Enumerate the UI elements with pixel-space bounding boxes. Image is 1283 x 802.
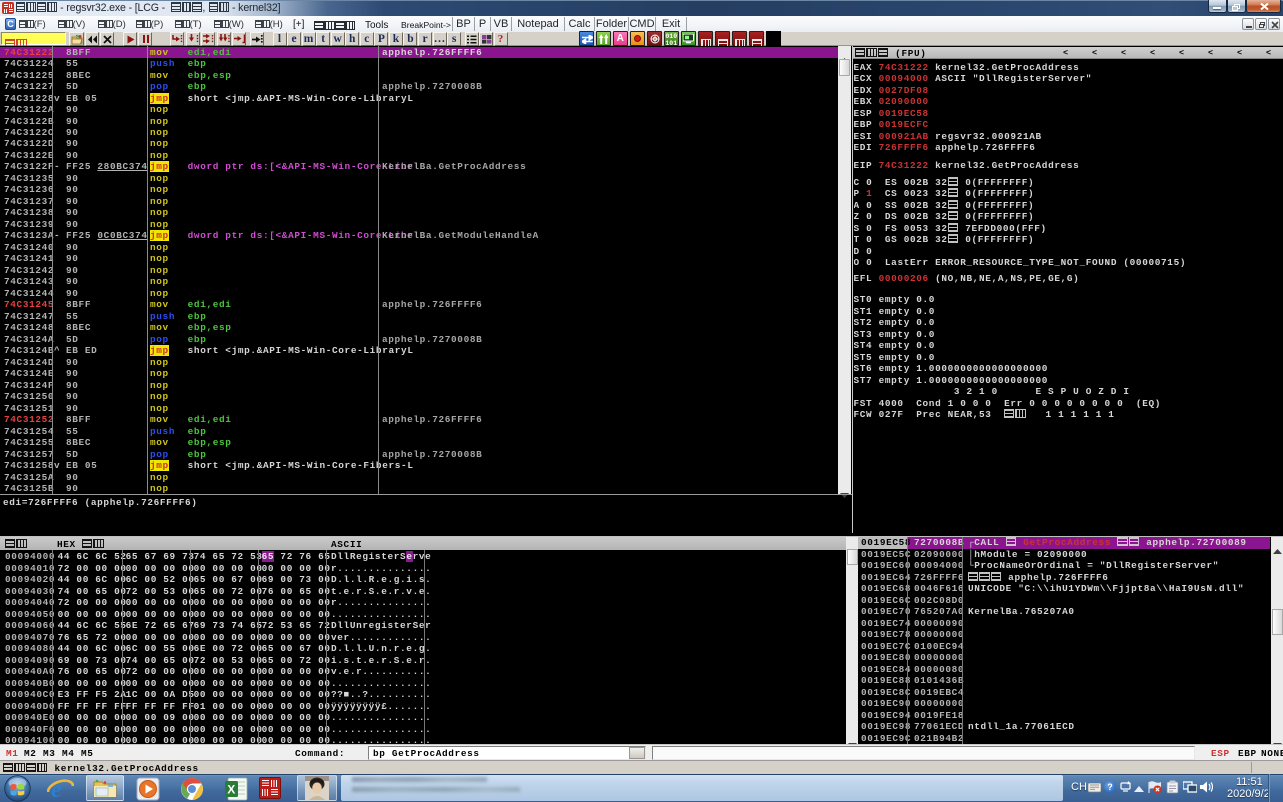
- svg-text:X: X: [227, 783, 235, 797]
